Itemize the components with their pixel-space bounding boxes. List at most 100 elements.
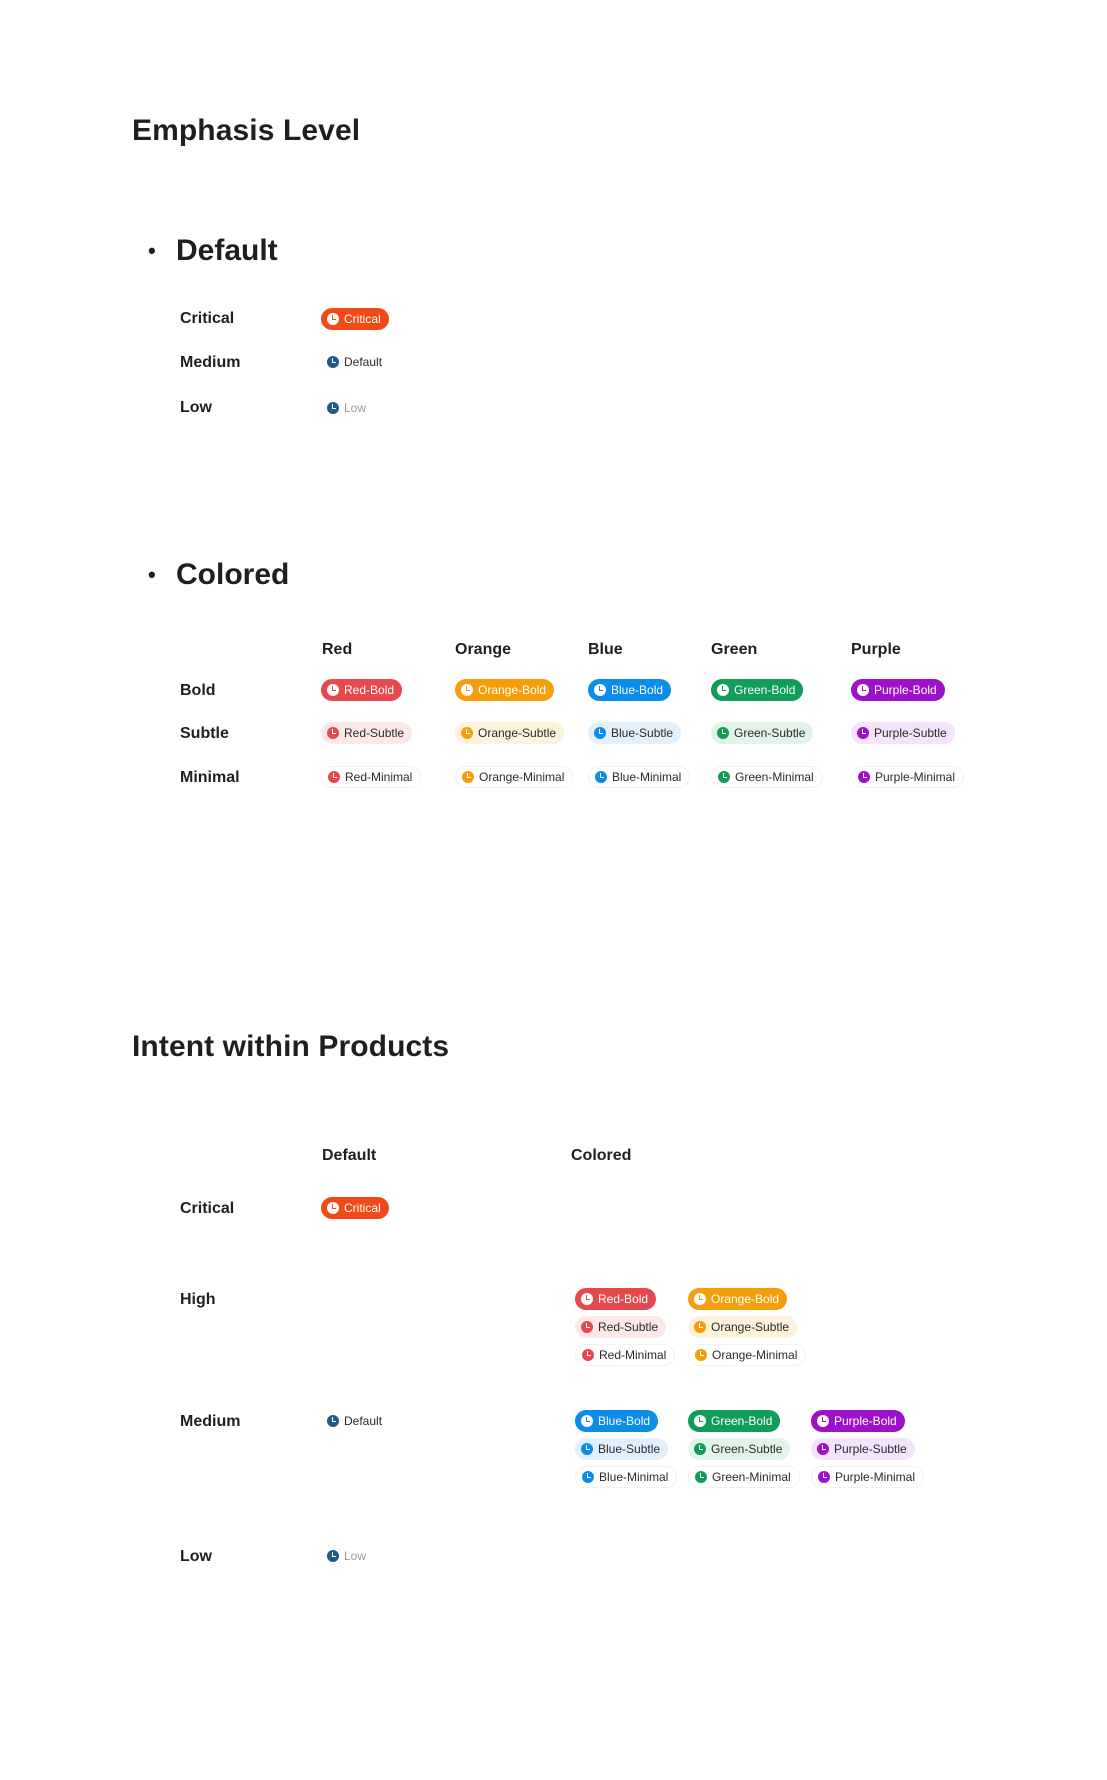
tag-label: Orange-Bold	[711, 1292, 780, 1306]
tag-label: Green-Bold	[734, 683, 796, 697]
row-label-medium: Medium	[180, 354, 241, 371]
green-bold-tag: Green-Bold	[711, 679, 804, 701]
orange-bold-tag: Orange-Bold	[455, 679, 555, 701]
colored-section-heading: Colored	[176, 558, 290, 591]
tag-label: Purple-Bold	[834, 1414, 897, 1428]
clock-icon	[857, 684, 869, 696]
tag-label: Red-Minimal	[599, 1348, 667, 1362]
clock-icon	[818, 1471, 830, 1483]
tag-label: Orange-Minimal	[712, 1348, 798, 1362]
high-orange-bold-tag: Orange-Bold	[688, 1288, 788, 1310]
clock-icon	[581, 1321, 593, 1333]
default-section-heading: Default	[176, 234, 278, 267]
clock-icon	[695, 1349, 707, 1361]
clock-icon	[327, 684, 339, 696]
clock-icon	[858, 771, 870, 783]
clock-icon	[462, 771, 474, 783]
intent-row-critical: Critical	[180, 1200, 235, 1217]
clock-icon	[327, 313, 339, 325]
clock-icon	[694, 1443, 706, 1455]
row-label-bold: Bold	[180, 682, 216, 699]
clock-icon	[695, 1471, 707, 1483]
row-label-low: Low	[180, 399, 212, 416]
tag-label: Purple-Subtle	[874, 726, 947, 740]
row-label-critical: Critical	[180, 310, 235, 327]
clock-icon	[327, 356, 339, 368]
blue-subtle-tag: Blue-Subtle	[588, 722, 682, 744]
blue-minimal-tag: Blue-Minimal	[588, 766, 691, 788]
orange-minimal-tag: Orange-Minimal	[455, 766, 574, 788]
intent-default-tag: Default	[321, 1410, 390, 1432]
clock-icon	[694, 1415, 706, 1427]
col-label-orange: Orange	[455, 641, 512, 658]
tag-label: Red-Bold	[344, 683, 395, 697]
tag-label: Red-Subtle	[344, 726, 405, 740]
clock-icon	[581, 1293, 593, 1305]
tag-label: Default	[344, 1414, 383, 1428]
tag-label: Green-Subtle	[711, 1442, 783, 1456]
col-label-colored: Colored	[571, 1147, 632, 1164]
intent-row-medium: Medium	[180, 1413, 241, 1430]
purple-subtle-tag: Purple-Subtle	[851, 722, 955, 744]
tag-label: Purple-Subtle	[834, 1442, 907, 1456]
tag-label: Red-Subtle	[598, 1320, 659, 1334]
red-bold-tag: Red-Bold	[321, 679, 403, 701]
row-label-minimal: Minimal	[180, 769, 240, 786]
emphasis-level-title: Emphasis Level	[132, 114, 361, 147]
clock-icon	[718, 771, 730, 783]
tag-label: Blue-Subtle	[611, 726, 674, 740]
tag-label: Red-Minimal	[345, 770, 413, 784]
high-red-minimal-tag: Red-Minimal	[575, 1344, 676, 1366]
clock-icon	[594, 727, 606, 739]
medium-green-subtle-tag: Green-Subtle	[688, 1438, 791, 1460]
tag-label: Green-Minimal	[735, 770, 814, 784]
tag-label: Blue-Bold	[598, 1414, 651, 1428]
tag-label: Orange-Subtle	[478, 726, 557, 740]
intent-row-low: Low	[180, 1548, 212, 1565]
col-label-green: Green	[711, 641, 758, 658]
tag-label: Blue-Minimal	[599, 1470, 669, 1484]
clock-icon	[328, 771, 340, 783]
default-tag: Default	[321, 351, 390, 373]
tag-label: Orange-Minimal	[479, 770, 565, 784]
tag-label: Default	[344, 355, 383, 369]
clock-icon	[594, 684, 606, 696]
clock-icon	[582, 1349, 594, 1361]
col-label-red: Red	[322, 641, 353, 658]
tag-label: Green-Bold	[711, 1414, 773, 1428]
tag-label: Blue-Minimal	[612, 770, 682, 784]
clock-icon	[461, 727, 473, 739]
medium-purple-bold-tag: Purple-Bold	[811, 1410, 905, 1432]
clock-icon	[582, 1471, 594, 1483]
red-minimal-tag: Red-Minimal	[321, 766, 422, 788]
clock-icon	[857, 727, 869, 739]
clock-icon	[327, 1415, 339, 1427]
tag-label: Red-Bold	[598, 1292, 649, 1306]
critical-tag: Critical	[321, 308, 389, 330]
clock-icon	[327, 1202, 339, 1214]
intent-title: Intent within Products	[132, 1030, 450, 1063]
clock-icon	[327, 1550, 339, 1562]
colored-bullet: •	[148, 562, 156, 587]
red-subtle-tag: Red-Subtle	[321, 722, 413, 744]
tag-label: Critical	[344, 312, 381, 326]
clock-icon	[717, 727, 729, 739]
clock-icon	[817, 1443, 829, 1455]
medium-blue-bold-tag: Blue-Bold	[575, 1410, 659, 1432]
intent-row-high: High	[180, 1291, 216, 1308]
tag-label: Blue-Bold	[611, 683, 664, 697]
default-bullet: •	[148, 238, 156, 263]
tag-label: Purple-Minimal	[835, 1470, 916, 1484]
green-minimal-tag: Green-Minimal	[711, 766, 823, 788]
clock-icon	[694, 1293, 706, 1305]
high-orange-minimal-tag: Orange-Minimal	[688, 1344, 807, 1366]
col-label-default: Default	[322, 1147, 377, 1164]
tag-label: Critical	[344, 1201, 381, 1215]
clock-icon	[581, 1415, 593, 1427]
tag-label: Green-Subtle	[734, 726, 806, 740]
high-red-bold-tag: Red-Bold	[575, 1288, 657, 1310]
tag-label: Orange-Subtle	[711, 1320, 790, 1334]
clock-icon	[595, 771, 607, 783]
medium-blue-subtle-tag: Blue-Subtle	[575, 1438, 669, 1460]
clock-icon	[327, 402, 339, 414]
